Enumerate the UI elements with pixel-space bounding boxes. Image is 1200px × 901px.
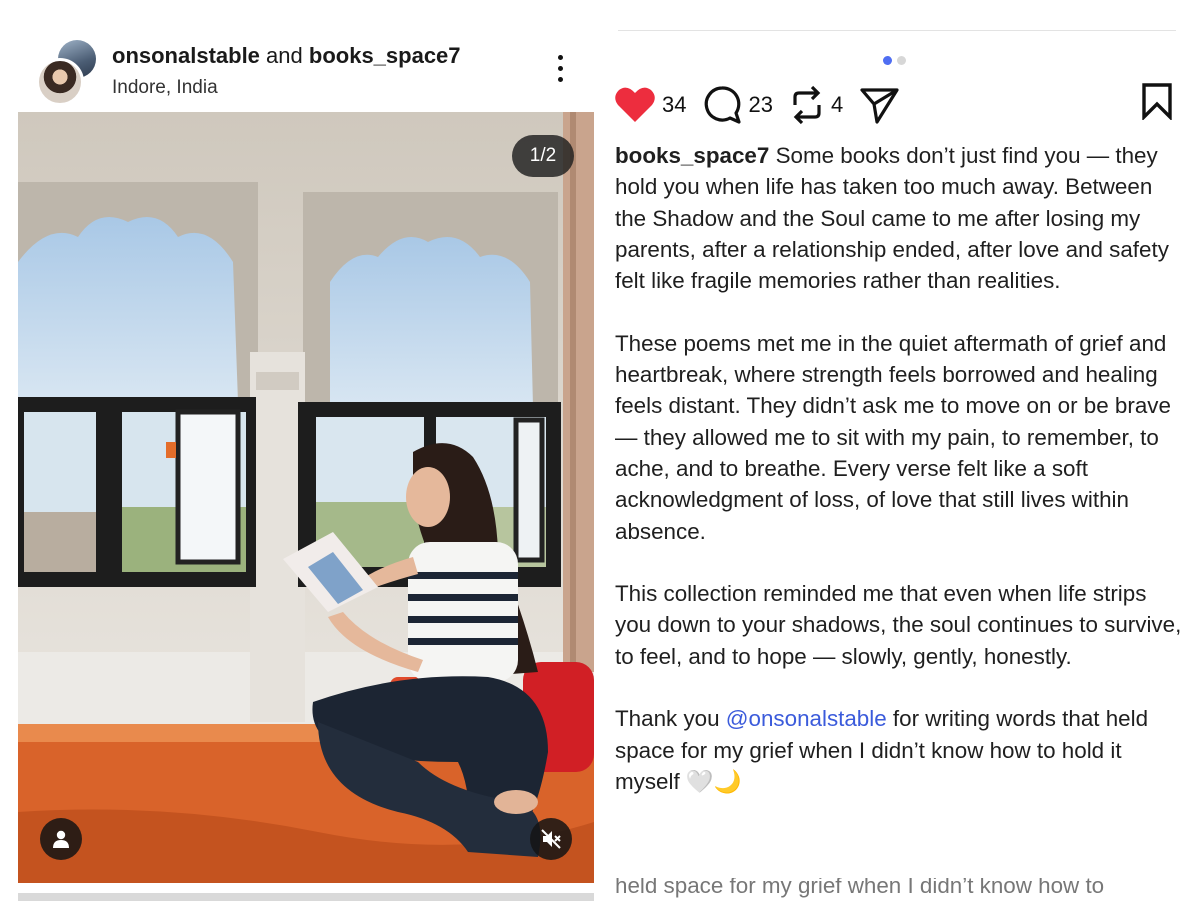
caption-paragraph: Thank you @onsonalstable for writing wor… bbox=[615, 703, 1185, 797]
carousel-dots bbox=[883, 52, 911, 70]
location-link[interactable]: Indore, India bbox=[112, 77, 461, 99]
author-connector: and bbox=[266, 43, 303, 68]
caption-username[interactable]: books_space7 bbox=[615, 143, 769, 168]
share-button[interactable] bbox=[859, 85, 901, 125]
mention-link[interactable]: @onsonalstable bbox=[726, 706, 887, 731]
user-tag-icon[interactable] bbox=[40, 818, 82, 860]
caption-paragraph: This collection reminded me that even wh… bbox=[615, 581, 1182, 669]
like-count: 34 bbox=[662, 92, 687, 117]
action-bar: 34 23 4 bbox=[614, 80, 917, 130]
caption-paragraph: These poems met me in the quiet aftermat… bbox=[615, 330, 1171, 544]
post-image[interactable] bbox=[18, 112, 594, 883]
top-divider bbox=[618, 30, 1176, 31]
details-panel: 34 23 4 books_space7 Some books don’t ju… bbox=[600, 0, 1200, 901]
comment-icon bbox=[705, 86, 742, 124]
author-secondary-link[interactable]: books_space7 bbox=[309, 43, 461, 68]
photo-illustration bbox=[18, 112, 594, 883]
comment-button[interactable]: 23 bbox=[702, 85, 773, 125]
bookmark-icon[interactable] bbox=[1140, 82, 1174, 125]
avatar-primary[interactable] bbox=[36, 58, 84, 106]
repost-icon bbox=[793, 85, 821, 125]
post-header: onsonalstable and books_space7 Indore, I… bbox=[112, 43, 461, 99]
repost-count: 4 bbox=[830, 92, 844, 117]
caption-paragraph: books_space7 Some books don’t just find … bbox=[615, 140, 1185, 296]
carousel-dot-active bbox=[883, 56, 892, 65]
author-primary-link[interactable]: onsonalstable bbox=[112, 43, 260, 68]
comment-count: 23 bbox=[748, 92, 773, 117]
like-button[interactable]: 34 bbox=[614, 86, 686, 124]
repost-button[interactable]: 4 bbox=[789, 85, 843, 125]
caption-overflow-text: held space for my grief when I didn’t kn… bbox=[615, 878, 1105, 898]
caption-text: Thank you bbox=[615, 706, 726, 732]
next-post-edge bbox=[18, 893, 594, 901]
post-panel: onsonalstable and books_space7 Indore, I… bbox=[0, 0, 600, 901]
mute-icon[interactable] bbox=[530, 818, 572, 860]
caption-overflow: held space for my grief when I didn’t kn… bbox=[615, 878, 1185, 901]
heart-icon bbox=[615, 87, 655, 122]
more-vertical-icon[interactable] bbox=[548, 55, 572, 87]
carousel-dot bbox=[897, 56, 906, 65]
carousel-pager: 1/2 bbox=[512, 135, 574, 177]
post-caption: books_space7 Some books don’t just find … bbox=[615, 140, 1185, 829]
share-icon bbox=[860, 88, 899, 124]
